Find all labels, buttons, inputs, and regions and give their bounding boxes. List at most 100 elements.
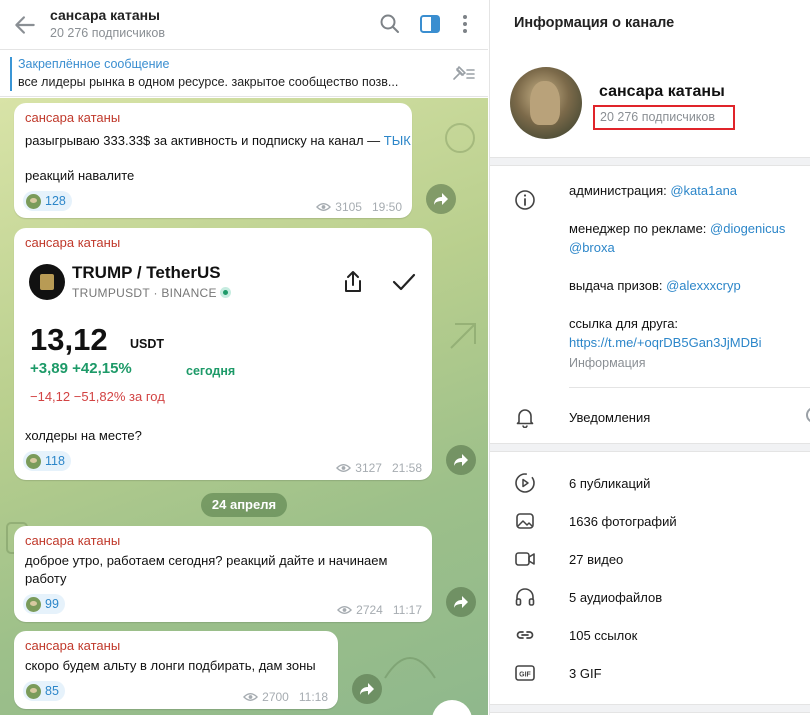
message-author[interactable]: сансара катаны [25, 235, 120, 250]
message-time: 19:50 [371, 200, 402, 214]
more-vertical-icon[interactable] [453, 12, 477, 36]
svg-text:GIF: GIF [519, 672, 531, 679]
reaction-chip[interactable]: 99 [23, 594, 65, 614]
message-text: работу [25, 571, 67, 586]
media-publications[interactable]: 6 публикаций [569, 476, 650, 491]
channel-subscribers: 20 276 подписчиков [593, 105, 735, 130]
pinned-accent-bar [10, 57, 12, 91]
forward-button[interactable] [352, 674, 382, 704]
media-audio[interactable]: 5 аудиофайлов [569, 590, 662, 605]
ticker-price: 13,12 [30, 322, 108, 357]
media-gifs[interactable]: 3 GIF [569, 666, 602, 681]
reaction-emoji-icon [26, 683, 41, 699]
friend-label: ссылка для друга: [569, 316, 679, 331]
friend-link[interactable]: https://t.me/+oqrDB5Gan3JjMDBi [569, 335, 762, 350]
sidebar-toggle-icon[interactable] [418, 12, 442, 36]
view-count: 2700 [262, 690, 289, 704]
media-links[interactable]: 105 ссылок [569, 628, 637, 643]
eye-icon [336, 464, 352, 472]
chat-pane: сансара катаны 20 276 подписчиков Закреп… [0, 0, 488, 715]
prizes-row: выдача призов: @alexxxcryp [569, 278, 741, 293]
message-text: реакций навалите [25, 168, 135, 183]
view-count: 3127 [355, 461, 382, 475]
friend-row: https://t.me/+oqrDB5Gan3JjMDBi [569, 335, 762, 350]
pinned-title: Закреплённое сообщение [18, 57, 170, 71]
headphones-icon [515, 588, 535, 606]
message-author[interactable]: сансара катаны [25, 110, 120, 125]
message-bubble[interactable]: сансара катаны скоро будем альту в лонги… [14, 631, 338, 709]
media-photos[interactable]: 1636 фотографий [569, 514, 677, 529]
forward-button[interactable] [426, 184, 456, 214]
channel-avatar[interactable] [510, 67, 582, 139]
chat-header: сансара катаны 20 276 подписчиков [0, 0, 488, 50]
message-time: 11:18 [298, 690, 328, 704]
channel-name: сансара катаны [599, 83, 725, 100]
pinned-text: все лидеры рынка в одном ресурсе. закрыт… [18, 75, 399, 89]
doodle-icon [384, 657, 436, 679]
view-count: 2724 [356, 603, 383, 617]
forward-button[interactable] [446, 587, 476, 617]
message-time: 21:58 [391, 461, 422, 475]
prizes-link[interactable]: @alexxxcryp [666, 278, 741, 293]
doodle-icon [445, 123, 475, 153]
back-arrow-icon[interactable] [12, 12, 38, 38]
play-circle-icon [515, 473, 535, 493]
notifications-label[interactable]: Уведомления [569, 410, 650, 425]
message-author[interactable]: сансара катаны [25, 638, 120, 653]
forward-icon [454, 454, 468, 466]
message-text: доброе утро, работаем сегодня? реакций д… [25, 553, 388, 568]
info-caption: Информация [569, 356, 646, 370]
message-text: разыгрываю 333.33$ за активность и подпи… [25, 133, 411, 148]
check-icon[interactable] [392, 272, 416, 292]
reaction-chip[interactable]: 85 [23, 681, 65, 701]
eye-icon [243, 693, 259, 701]
manager-row: менеджер по рекламе: @diogenicus [569, 221, 786, 236]
message-bubble[interactable]: сансара катаны TRUMP / TetherUS TRUMPUSD… [14, 228, 432, 480]
notifications-toggle[interactable] [806, 407, 810, 423]
message-bubble[interactable]: сансара катаны доброе утро, работаем сег… [14, 526, 432, 622]
message-text: холдеры на месте? [25, 428, 142, 443]
manager-link[interactable]: @diogenicus [710, 221, 785, 236]
reaction-emoji-icon [26, 193, 41, 209]
forward-icon [434, 193, 448, 205]
search-icon[interactable] [378, 12, 402, 36]
reaction-chip[interactable]: 118 [23, 451, 71, 471]
ticker-change-today: +3,89 +42,15% [30, 360, 132, 377]
message-author[interactable]: сансара катаны [25, 533, 120, 548]
media-videos[interactable]: 27 видео [569, 552, 623, 567]
message-meta: 3127 21:58 [336, 461, 422, 475]
section-divider [490, 157, 810, 166]
pinned-message-bar[interactable]: Закреплённое сообщение все лидеры рынка … [0, 51, 488, 97]
message-time: 11:17 [392, 603, 422, 617]
admin-link[interactable]: @kata1ana [670, 183, 737, 198]
admin-row: администрация: @kata1ana [569, 183, 738, 198]
video-icon [515, 552, 535, 566]
doodle-icon [450, 323, 476, 349]
reaction-emoji-icon [26, 596, 41, 612]
reaction-chip[interactable]: 128 [23, 191, 72, 211]
info-title: Информация о канале [514, 15, 675, 31]
forward-button[interactable] [446, 445, 476, 475]
forward-icon [454, 596, 468, 608]
pin-list-icon[interactable] [450, 63, 476, 85]
chat-title[interactable]: сансара катаны [50, 7, 160, 23]
message-meta: 3105 19:50 [316, 200, 402, 214]
ticker-title: TRUMP / TetherUS [72, 263, 221, 282]
live-dot-icon [220, 287, 232, 298]
eye-icon [316, 203, 332, 211]
link-icon [516, 631, 534, 639]
photo-icon [516, 513, 534, 529]
ticker-price-unit: USDT [130, 337, 165, 351]
message-text: скоро будем альту в лонги подбирать, дам… [25, 658, 316, 673]
ticker-change-today-label: сегодня [186, 364, 236, 378]
message-bubble[interactable]: сансара катаны разыгрываю 333.33$ за акт… [14, 103, 412, 218]
ticker-change-year: −14,12 −51,82% за год [30, 389, 165, 404]
manager-link-2[interactable]: @broxa [569, 240, 615, 255]
section-divider [490, 704, 810, 713]
message-link[interactable]: ТЫК [384, 133, 411, 148]
share-icon[interactable] [342, 270, 364, 294]
section-divider [490, 443, 810, 452]
bell-icon [516, 409, 534, 428]
message-meta: 2724 11:17 [337, 603, 422, 617]
ticker-subtitle: TRUMPUSDT · BINANCE [72, 286, 232, 300]
